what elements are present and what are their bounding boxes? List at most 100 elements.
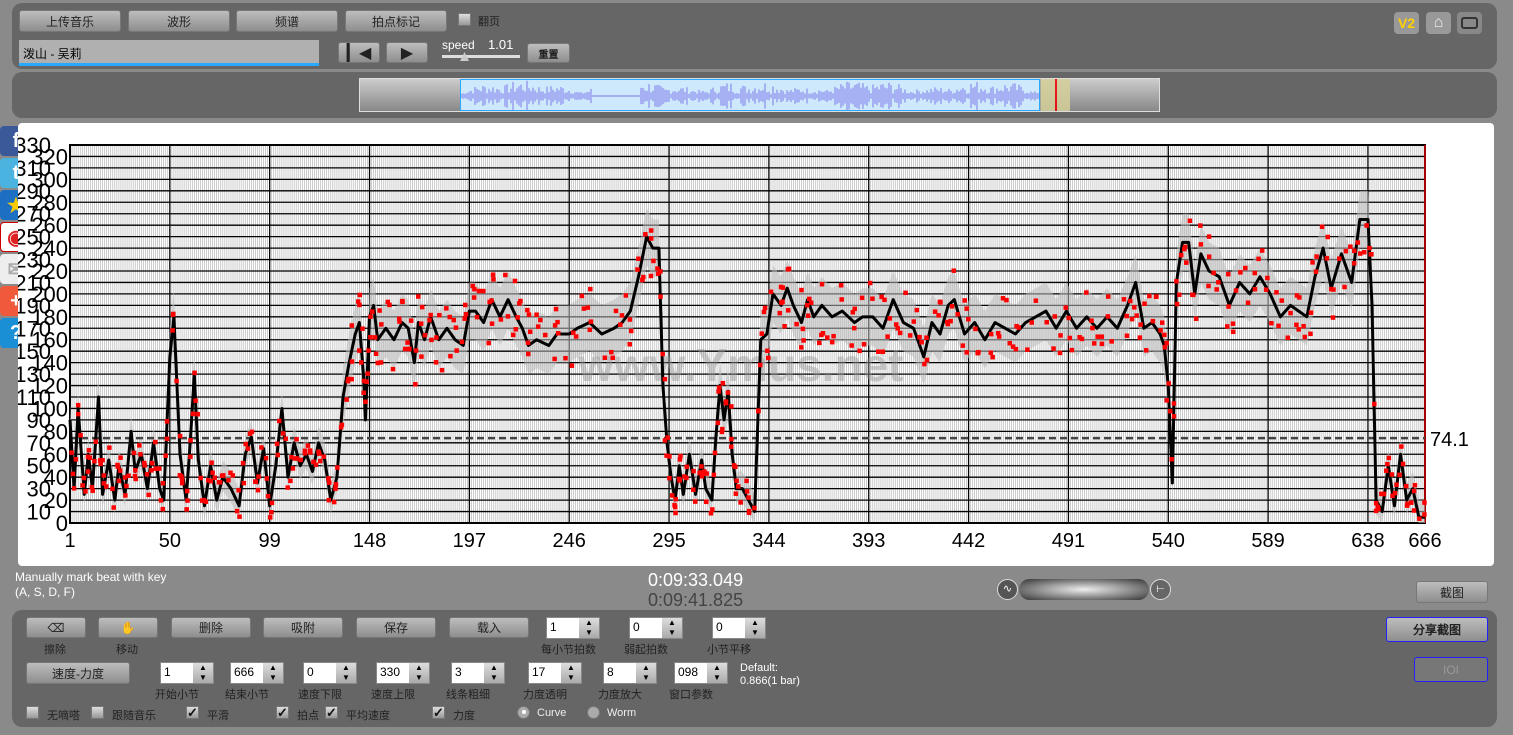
action3-button[interactable]: 吸附 xyxy=(263,617,343,638)
spinner-value[interactable]: 1 xyxy=(164,665,171,679)
spinner-value[interactable]: 3 xyxy=(455,665,462,679)
speed-slider-thumb[interactable] xyxy=(460,52,469,61)
spinner-value[interactable]: 666 xyxy=(234,665,254,679)
zoom-slider[interactable] xyxy=(1019,579,1149,600)
spinner-arrows-icon[interactable]: ▲ ▼ xyxy=(263,663,283,683)
spinner-arrows-icon[interactable]: ▲ ▼ xyxy=(579,618,599,638)
spinner-value[interactable]: 0 xyxy=(307,665,314,679)
checkbox-4[interactable]: ✓ xyxy=(325,706,338,719)
hand-icon[interactable]: ✋ xyxy=(98,617,158,638)
home-icon[interactable]: ⌂ xyxy=(1426,12,1451,34)
spinner-value[interactable]: 330 xyxy=(380,665,400,679)
spinner-arrows-icon[interactable]: ▲ ▼ xyxy=(561,663,581,683)
radio-worm[interactable] xyxy=(587,706,600,719)
share-screenshot-button[interactable]: 分享截图 xyxy=(1386,617,1488,642)
spectrum-mode-icon[interactable]: ⊢ xyxy=(1150,579,1171,600)
speed-slider[interactable] xyxy=(442,52,520,61)
top-spinner-0[interactable]: 1 ▲ ▼ xyxy=(546,617,600,639)
spinner-4[interactable]: 3 ▲ ▼ xyxy=(451,662,505,684)
beat-point xyxy=(648,273,654,279)
action5-button[interactable]: 载入 xyxy=(449,617,529,638)
beat-point xyxy=(283,436,289,442)
spinner-7[interactable]: 098 ▲ ▼ xyxy=(674,662,728,684)
upload-music-button[interactable]: 上传音乐 xyxy=(19,10,121,32)
beat-point xyxy=(86,447,92,453)
tempo-chart[interactable]: 0102030405060708090100110120130140150160… xyxy=(14,123,1494,566)
spinner-5[interactable]: 17 ▲ ▼ xyxy=(528,662,582,684)
checkbox-3[interactable]: ✓ xyxy=(276,706,289,719)
song-title-field[interactable]: 泼山 - 吴莉 xyxy=(19,40,319,66)
wave-mode-icon[interactable]: ∿ xyxy=(997,579,1018,600)
action4-button[interactable]: 保存 xyxy=(356,617,436,638)
beat-point xyxy=(285,485,290,490)
spinner-value[interactable]: 8 xyxy=(607,665,614,679)
spinner-arrows-icon[interactable]: ▲ ▼ xyxy=(336,663,356,683)
action2-button[interactable]: 删除 xyxy=(171,617,251,638)
spinner-2[interactable]: 0 ▲ ▼ xyxy=(303,662,357,684)
spinner-arrows-icon[interactable]: ▲ ▼ xyxy=(662,618,682,638)
spinner-0[interactable]: 1 ▲ ▼ xyxy=(160,662,214,684)
beat-point xyxy=(699,473,705,479)
rewind-button[interactable]: ▎◀ xyxy=(338,42,380,63)
beat-mark-button[interactable]: 拍点标记 xyxy=(345,10,447,32)
page-turn-checkbox[interactable] xyxy=(458,13,471,26)
spinner-value[interactable]: 0 xyxy=(716,620,723,634)
top-spinner-1[interactable]: 0 ▲ ▼ xyxy=(629,617,683,639)
beat-point xyxy=(951,268,957,273)
beat-point xyxy=(623,293,629,298)
spinner-value[interactable]: 1 xyxy=(550,620,557,634)
playhead-handle[interactable] xyxy=(1040,79,1070,111)
beat-point xyxy=(123,493,128,498)
beat-point xyxy=(838,283,844,288)
spectrum-button[interactable]: 频谱 xyxy=(236,10,338,32)
reset-button[interactable]: 重置 xyxy=(527,43,570,63)
checkbox-5[interactable]: ✓ xyxy=(432,706,445,719)
beat-point xyxy=(137,443,142,448)
beat-point xyxy=(1364,223,1369,228)
waveform-selection[interactable] xyxy=(460,79,1040,111)
fullscreen-icon[interactable] xyxy=(1457,12,1482,34)
spinner-arrows-icon[interactable]: ▲ ▼ xyxy=(484,663,504,683)
screenshot-button[interactable]: 截图 xyxy=(1416,581,1488,603)
spinner-value[interactable]: 098 xyxy=(678,665,698,679)
checkbox-0[interactable] xyxy=(26,706,39,719)
beat-point xyxy=(799,287,804,293)
waveform-overview[interactable] xyxy=(359,78,1160,112)
beat-point xyxy=(90,488,96,493)
radio-curve[interactable] xyxy=(517,706,530,719)
checkbox-2[interactable]: ✓ xyxy=(186,706,199,719)
eraser-icon[interactable]: ⌫ xyxy=(26,617,86,638)
ioi-button[interactable]: IOI xyxy=(1414,657,1488,682)
play-button[interactable]: ▶ xyxy=(386,42,428,63)
spinner-arrows-icon[interactable]: ▲ ▼ xyxy=(409,663,429,683)
beat-point xyxy=(331,499,337,505)
spinner-arrows-icon[interactable]: ▲ ▼ xyxy=(193,663,213,683)
spinner-3[interactable]: 330 ▲ ▼ xyxy=(376,662,430,684)
beat-point xyxy=(138,452,143,457)
spinner-1[interactable]: 666 ▲ ▼ xyxy=(230,662,284,684)
beat-point xyxy=(237,514,242,519)
spinner-value[interactable]: 17 xyxy=(532,665,545,679)
beat-point xyxy=(193,398,198,403)
beat-point xyxy=(619,313,625,318)
beat-point xyxy=(667,454,672,459)
spinner-value[interactable]: 0 xyxy=(633,620,640,634)
beat-point xyxy=(491,277,496,282)
checkbox-1[interactable] xyxy=(91,706,104,719)
spinner-6[interactable]: 8 ▲ ▼ xyxy=(603,662,657,684)
beat-point xyxy=(744,478,749,484)
beat-point xyxy=(226,477,231,483)
spinner-arrows-icon[interactable]: ▲ ▼ xyxy=(636,663,656,683)
v2-button[interactable]: V2 xyxy=(1394,12,1419,34)
x-tick-label: 666 xyxy=(1408,530,1441,552)
checkbox-label: 平均速度 xyxy=(346,710,390,722)
mode-tempo-dynamics-button[interactable]: 速度-力度 xyxy=(26,662,130,684)
top-spinner-2[interactable]: 0 ▲ ▼ xyxy=(712,617,766,639)
beat-point xyxy=(573,334,579,339)
waveform-button[interactable]: 波形 xyxy=(128,10,230,32)
beat-point xyxy=(525,307,530,313)
spinner-arrows-icon[interactable]: ▲ ▼ xyxy=(707,663,727,683)
beat-point xyxy=(116,478,122,484)
spinner-arrows-icon[interactable]: ▲ ▼ xyxy=(745,618,765,638)
beat-point xyxy=(852,306,858,312)
